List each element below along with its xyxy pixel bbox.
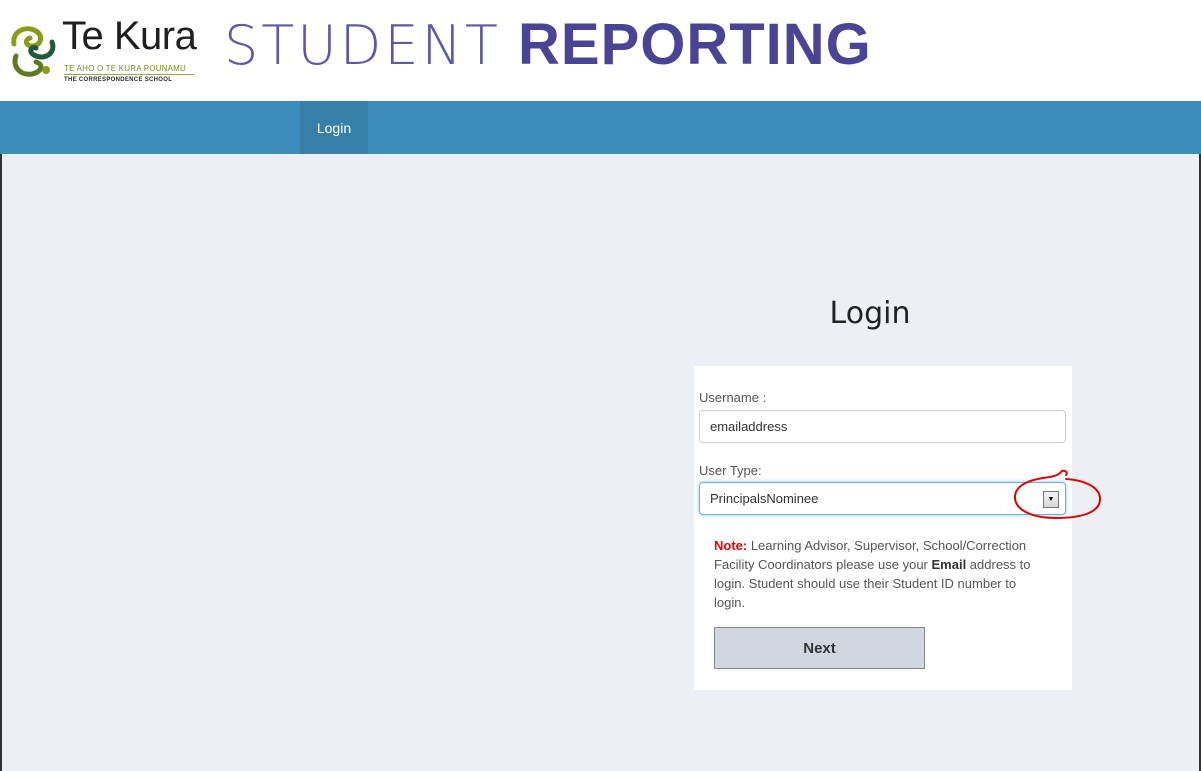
username-input[interactable]: emailaddress xyxy=(699,410,1066,443)
site-header: Te Kura TE AHO O TE KURA POUNAMU THE COR… xyxy=(0,0,1201,101)
top-navbar: Login xyxy=(0,101,1201,154)
page-title: STUDENT REPORTING xyxy=(224,16,872,74)
brand-subtitle-maori: TE AHO O TE KURA POUNAMU xyxy=(64,64,187,73)
user-type-label: User Type: xyxy=(699,463,762,478)
brand-divider xyxy=(64,74,194,75)
login-form: Username : emailaddress User Type: Princ… xyxy=(694,366,1072,690)
user-type-selected-value: PrincipalsNominee xyxy=(710,491,819,506)
dropdown-arrow-icon[interactable]: ▼ xyxy=(1043,491,1059,508)
page-title-light: STUDENT xyxy=(224,14,501,77)
nav-item-login[interactable]: Login xyxy=(300,101,368,154)
te-kura-koru-logo-icon xyxy=(11,26,56,77)
note-label: Note: xyxy=(714,538,748,553)
username-label: Username : xyxy=(699,390,767,405)
login-note: Note: Learning Advisor, Supervisor, Scho… xyxy=(714,536,1034,612)
next-button[interactable]: Next xyxy=(714,627,925,669)
user-type-select[interactable]: PrincipalsNominee ▼ xyxy=(699,482,1066,515)
page-title-bold: REPORTING xyxy=(518,12,872,77)
login-heading: Login xyxy=(829,296,911,331)
brand-logo[interactable]: Te Kura TE AHO O TE KURA POUNAMU THE COR… xyxy=(8,14,198,88)
brand-name: Te Kura xyxy=(62,14,197,58)
note-email-word: Email xyxy=(931,557,967,572)
brand-subtitle-english: THE CORRESPONDENCE SCHOOL xyxy=(64,77,173,83)
